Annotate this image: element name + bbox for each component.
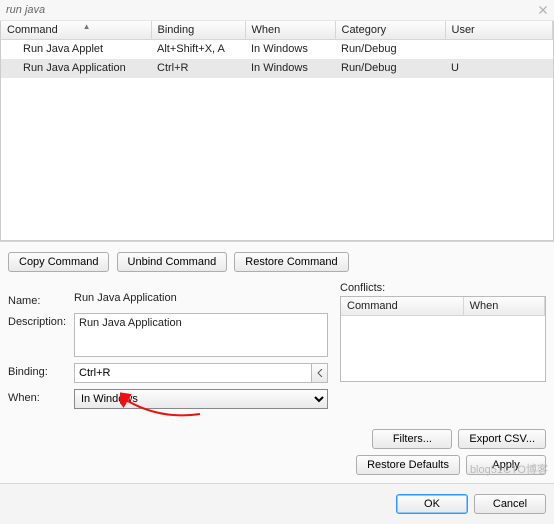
cell-command: Run Java Application [1,59,151,78]
copy-command-button[interactable]: Copy Command [8,252,109,272]
details-section: Copy Command Unbind Command Restore Comm… [0,241,554,417]
description-label: Description: [8,313,68,357]
name-value: Run Java Application [74,292,328,307]
conflicts-col-command[interactable]: Command [341,297,463,316]
when-select[interactable]: In Windows [74,389,328,409]
clear-search-icon[interactable] [536,3,550,17]
col-binding[interactable]: Binding [151,21,245,40]
table-header-row: Command▲ Binding When Category User [1,21,553,40]
cell-binding: Alt+Shift+X, A [151,40,245,59]
binding-dropdown-button[interactable] [312,363,328,383]
cell-when: In Windows [245,40,335,59]
binding-label: Binding: [8,363,68,383]
name-label: Name: [8,292,68,307]
search-input[interactable] [4,2,536,18]
description-box: Run Java Application [74,313,328,357]
search-row [0,0,554,21]
when-label: When: [8,389,68,409]
export-csv-button[interactable]: Export CSV... [458,429,546,449]
col-user[interactable]: User [445,21,553,40]
col-command[interactable]: Command▲ [1,21,151,40]
cancel-button[interactable]: Cancel [474,494,546,514]
dialog-footer: OK Cancel [0,483,554,524]
cell-command: Run Java Applet [1,40,151,59]
cell-binding: Ctrl+R [151,59,245,78]
col-when[interactable]: When [245,21,335,40]
col-category[interactable]: Category [335,21,445,40]
cell-category: Run/Debug [335,40,445,59]
table-row[interactable]: Run Java Applet Alt+Shift+X, A In Window… [1,40,553,59]
filters-button[interactable]: Filters... [372,429,452,449]
binding-input[interactable] [74,363,312,383]
conflicts-col-when[interactable]: When [463,297,544,316]
cell-user: U [445,59,553,78]
cell-user [445,40,553,59]
footer-buttons: Filters... Export CSV... Restore Default… [0,417,554,483]
sort-asc-icon: ▲ [83,22,91,31]
ok-button[interactable]: OK [396,494,468,514]
command-buttons-row: Copy Command Unbind Command Restore Comm… [8,252,546,272]
bindings-table[interactable]: Command▲ Binding When Category User Run … [0,21,554,241]
cell-when: In Windows [245,59,335,78]
unbind-command-button[interactable]: Unbind Command [117,252,228,272]
restore-command-button[interactable]: Restore Command [234,252,348,272]
chevron-left-icon [317,369,323,377]
restore-defaults-button[interactable]: Restore Defaults [356,455,460,475]
apply-button[interactable]: Apply [466,455,546,475]
conflicts-table[interactable]: Command When [340,296,546,382]
cell-category: Run/Debug [335,59,445,78]
conflicts-label: Conflicts: [340,282,546,294]
table-row[interactable]: Run Java Application Ctrl+R In Windows R… [1,59,553,78]
